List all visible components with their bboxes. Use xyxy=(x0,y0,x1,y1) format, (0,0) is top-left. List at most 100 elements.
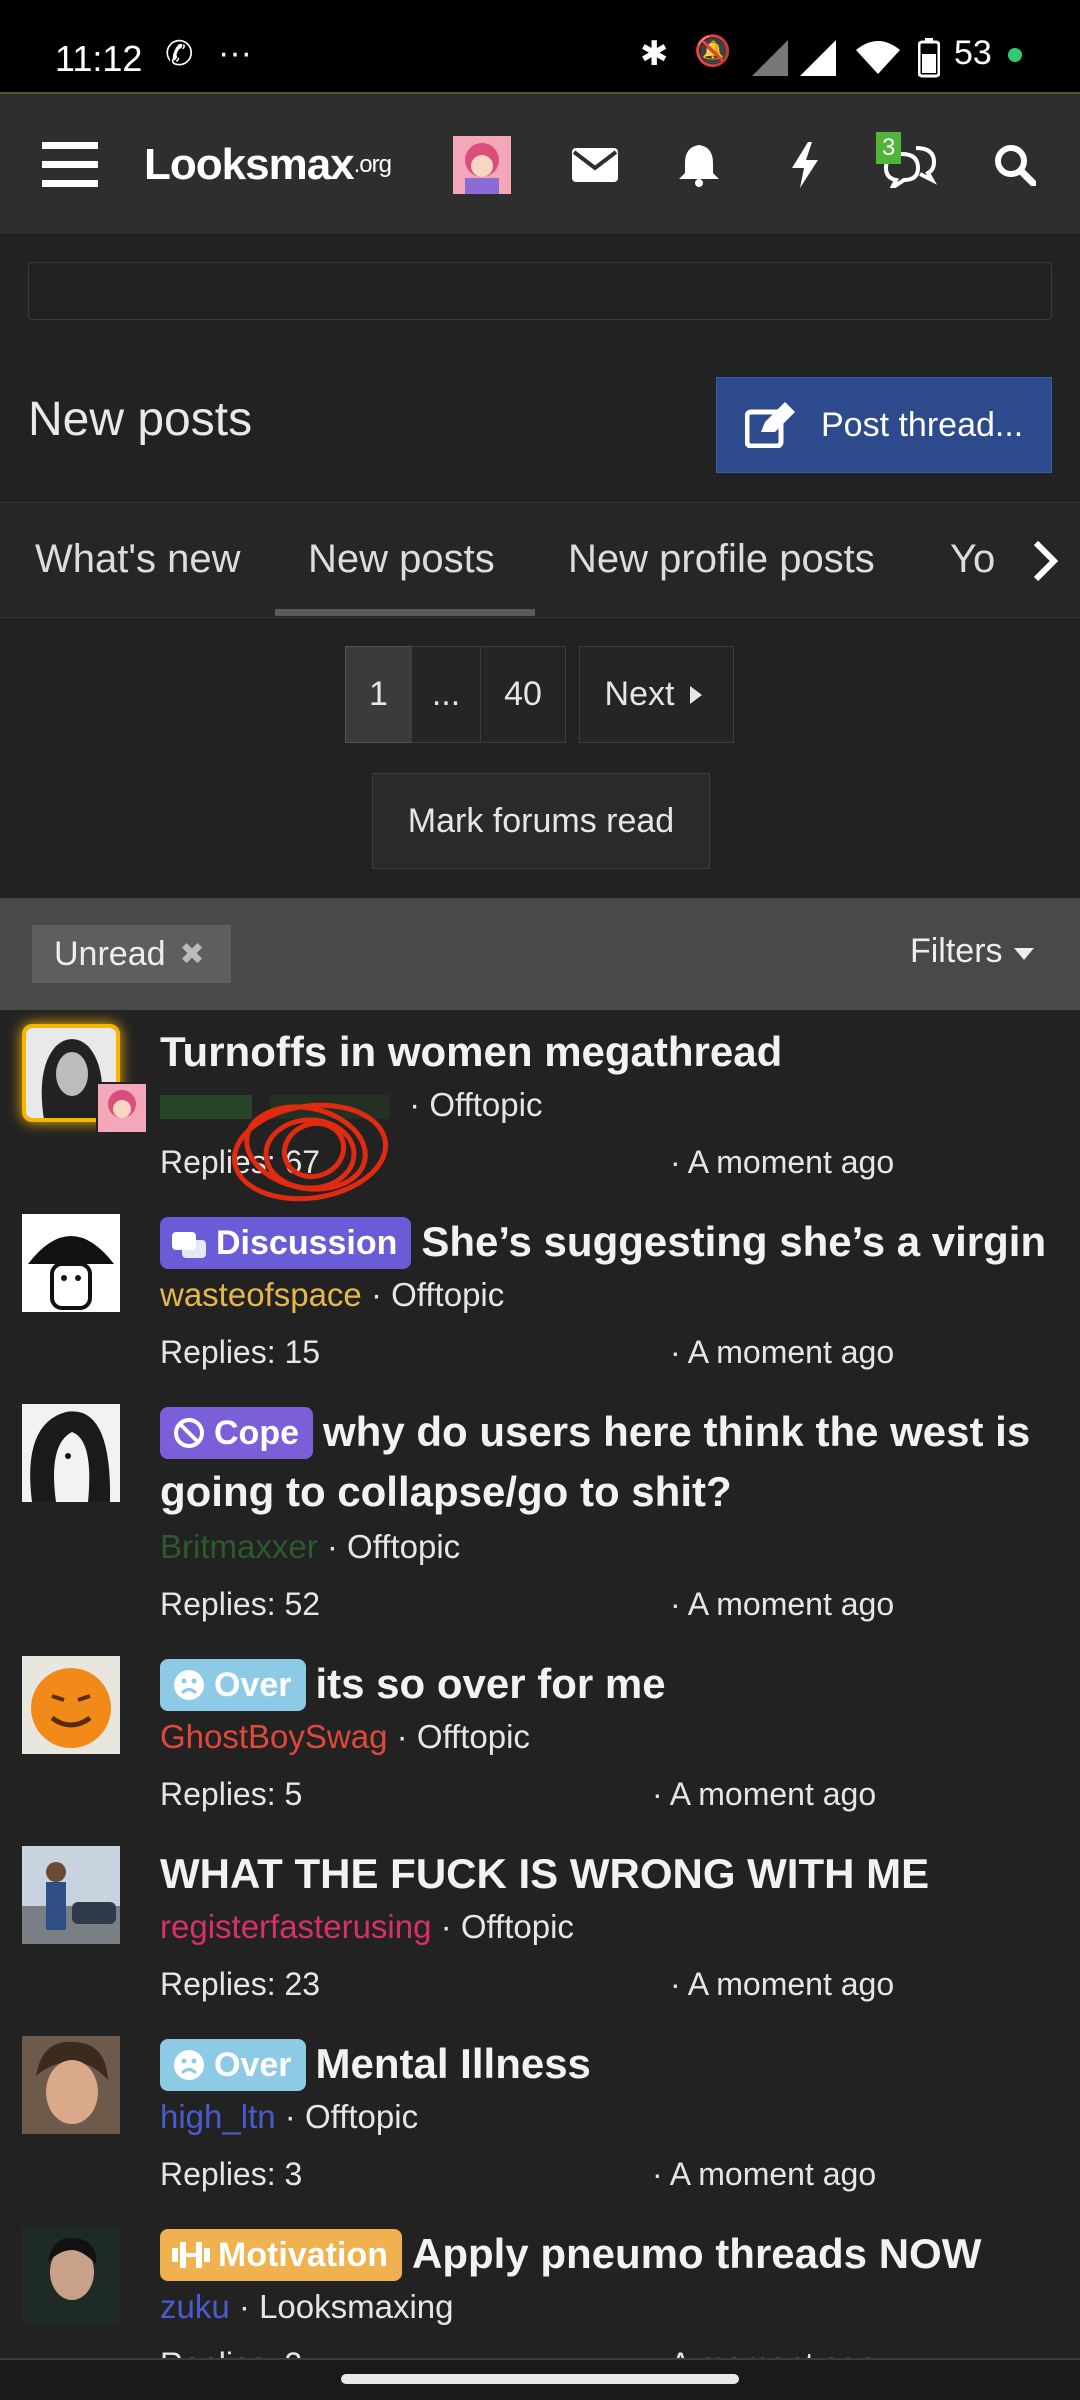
site-logo[interactable]: Looksmax .org xyxy=(144,94,392,236)
thread-row[interactable]: WHAT THE FUCK IS WRONG WITH ME registerf… xyxy=(0,1834,1080,2024)
tab-new-posts[interactable]: New posts xyxy=(308,537,495,582)
last-post-time[interactable]: · A moment ago xyxy=(652,2156,876,2193)
tab-your[interactable]: Yo xyxy=(950,537,995,582)
tab-new-profile-posts[interactable]: New profile posts xyxy=(568,537,875,582)
last-post-time[interactable]: · A moment ago xyxy=(652,2346,876,2358)
thread-title[interactable]: WHAT THE FUCK IS WRONG WITH ME xyxy=(160,1844,1060,1904)
thread-title[interactable]: Motivation Apply pneumo threads NOW xyxy=(160,2224,1060,2284)
chevron-right-icon[interactable] xyxy=(1010,503,1080,617)
forum-link[interactable]: · Offtopic xyxy=(409,1086,542,1123)
prefix-text: Motivation xyxy=(218,2236,388,2274)
last-post-time[interactable]: · A moment ago xyxy=(670,1144,894,1181)
thread-row[interactable]: Over its so over for me GhostBoySwag · Of… xyxy=(0,1644,1080,1834)
forum-name: Offtopic xyxy=(416,1718,530,1755)
prefix-label[interactable]: Discussion xyxy=(160,1217,412,1269)
conversations-icon[interactable]: 3 xyxy=(870,94,950,236)
mail-icon[interactable] xyxy=(560,94,630,236)
forum-link[interactable]: · Offtopic xyxy=(441,1908,574,1945)
thread-row[interactable]: Motivation Apply pneumo threads NOW zuku … xyxy=(0,2214,1080,2358)
last-post-time[interactable]: · A moment ago xyxy=(670,1966,894,2003)
prefix-label[interactable]: Over xyxy=(160,2039,306,2091)
prefix-label[interactable]: Over xyxy=(160,1659,306,1711)
thread-row[interactable]: Turnoffs in women megathread · Offtopic … xyxy=(0,1012,1080,1202)
thread-meta: high_ltn · Offtopic xyxy=(160,2098,418,2136)
gesture-bar xyxy=(0,2358,1080,2400)
page-40-button[interactable]: 40 xyxy=(480,646,566,743)
menu-icon[interactable] xyxy=(30,94,110,236)
tab-bar: What's new New posts New profile posts Y… xyxy=(0,502,1080,618)
next-page-button[interactable]: Next xyxy=(579,646,734,743)
author-link[interactable]: wasteofspace xyxy=(160,1276,362,1313)
battery-level: 53 xyxy=(954,34,992,72)
reply-count: Replies: 3 xyxy=(160,2346,302,2358)
reply-count: Replies: 5 xyxy=(160,1776,303,1812)
thread-row[interactable]: Discussion She’s suggesting she’s a virgi… xyxy=(0,1202,1080,1392)
secondary-avatar[interactable] xyxy=(96,1082,148,1134)
post-thread-button[interactable]: Post thread... xyxy=(716,377,1052,473)
filters-dropdown[interactable]: Filters xyxy=(910,932,1036,971)
search-icon[interactable] xyxy=(980,94,1050,236)
avatar[interactable] xyxy=(22,1214,120,1312)
close-icon[interactable]: ✖ xyxy=(180,937,205,972)
status-bar: 11:12 ✆ ··· ✱ 🔕 53 xyxy=(0,0,1080,92)
caret-down-icon xyxy=(1014,948,1034,960)
avatar[interactable] xyxy=(22,1846,120,1944)
time-text: A moment ago xyxy=(687,1966,895,2002)
author-link[interactable]: registerfasterusing xyxy=(160,1908,431,1945)
last-post-time[interactable]: · A moment ago xyxy=(670,1334,894,1371)
forum-link[interactable]: · Offtopic xyxy=(397,1718,530,1755)
user-avatar[interactable] xyxy=(452,94,512,236)
page-ellipsis-button[interactable]: ... xyxy=(411,646,481,743)
thread-meta: GhostBoySwag · Offtopic xyxy=(160,1718,530,1756)
title-text: Mental Illness xyxy=(315,2040,591,2087)
time-text: A moment ago xyxy=(687,1144,895,1180)
prefix-text: Over xyxy=(214,2046,292,2084)
forum-name: Offtopic xyxy=(460,1908,574,1945)
bell-icon[interactable] xyxy=(664,94,734,236)
avatar[interactable] xyxy=(22,2226,120,2324)
search-input[interactable] xyxy=(28,262,1052,320)
forum-link[interactable]: · Looksmaxing xyxy=(239,2288,454,2325)
thread-title[interactable]: Discussion She’s suggesting she’s a virgi… xyxy=(160,1212,1060,1272)
avatar[interactable] xyxy=(22,1404,120,1502)
prefix-label[interactable]: Cope xyxy=(160,1407,313,1459)
reply-count: Replies: 3 xyxy=(160,2156,303,2192)
forum-link[interactable]: · Offtopic xyxy=(371,1276,504,1313)
author-link[interactable]: zuku xyxy=(160,2288,230,2325)
thread-meta: registerfasterusing · Offtopic xyxy=(160,1908,574,1946)
thread-title[interactable]: Over Mental Illness xyxy=(160,2034,1060,2094)
page-1-button[interactable]: 1 xyxy=(345,646,412,743)
reply-count: Replies: 52 xyxy=(160,1586,321,1622)
mark-forums-read-button[interactable]: Mark forums read xyxy=(372,773,710,869)
forum-name: Offtopic xyxy=(304,2098,419,2135)
logo-suffix: .org xyxy=(353,151,392,178)
unread-filter-chip[interactable]: Unread ✖ xyxy=(32,925,231,983)
last-post-time[interactable]: · A moment ago xyxy=(670,1586,894,1623)
thread-row[interactable]: Cope why do users here think the west is … xyxy=(0,1392,1080,1642)
time-text: A moment ago xyxy=(670,2346,876,2358)
lightning-icon[interactable] xyxy=(770,94,840,236)
avatar[interactable] xyxy=(22,1656,120,1754)
author-link[interactable]: GhostBoySwag xyxy=(160,1718,387,1755)
author-link[interactable]: high_ltn xyxy=(160,2098,276,2135)
forum-name: Offtopic xyxy=(429,1086,543,1123)
next-label: Next xyxy=(604,675,675,713)
caret-right-icon xyxy=(690,685,703,704)
thread-title[interactable]: Turnoffs in women megathread xyxy=(160,1022,1060,1082)
thread-row[interactable]: Over Mental Illness high_ltn · Offtopic R… xyxy=(0,2024,1080,2214)
thread-title[interactable]: Cope why do users here think the west is … xyxy=(160,1402,1060,1522)
forum-link[interactable]: · Offtopic xyxy=(285,2098,418,2135)
tab-whats-new[interactable]: What's new xyxy=(35,537,241,582)
author-link[interactable]: Britmaxxer xyxy=(160,1528,318,1565)
thread-title[interactable]: Over its so over for me xyxy=(160,1654,1060,1714)
ban-icon xyxy=(174,1418,204,1448)
privacy-dot xyxy=(1008,48,1022,62)
forum-link[interactable]: · Offtopic xyxy=(327,1528,460,1565)
avatar[interactable] xyxy=(22,2036,120,2134)
home-indicator[interactable] xyxy=(341,2374,739,2384)
edit-icon xyxy=(745,402,795,448)
last-post-time[interactable]: · A moment ago xyxy=(652,1776,876,1813)
prefix-label[interactable]: Motivation xyxy=(160,2229,402,2281)
active-tab-indicator xyxy=(275,609,535,616)
time-text: A moment ago xyxy=(669,2156,877,2192)
